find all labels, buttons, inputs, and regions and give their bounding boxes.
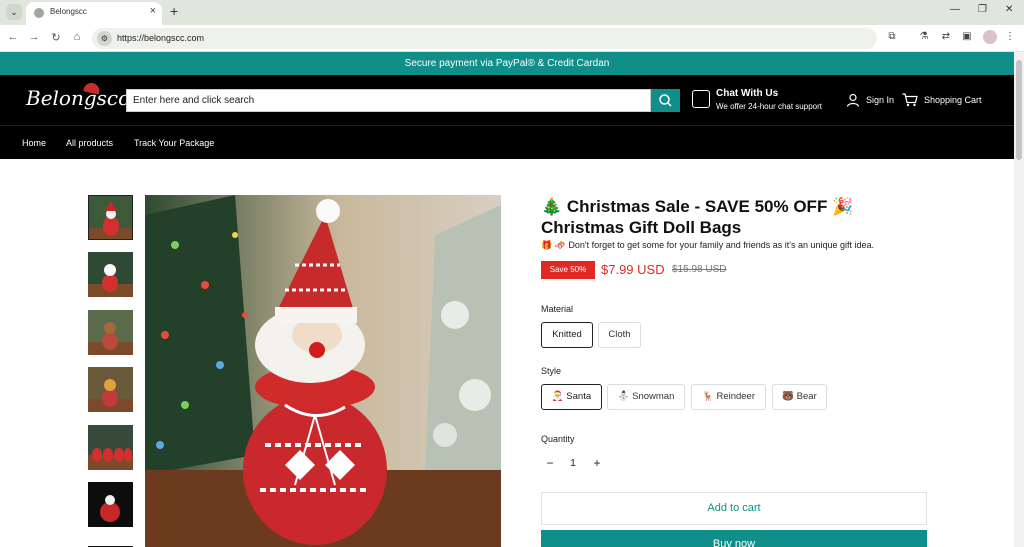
search-input[interactable]: [127, 90, 650, 111]
product-thumbnail[interactable]: [88, 195, 133, 240]
user-icon[interactable]: [846, 93, 860, 107]
restore-icon[interactable]: ❐: [978, 4, 987, 15]
material-label: Material: [541, 304, 574, 314]
quantity-increase-button[interactable]: +: [590, 456, 604, 470]
back-arrow-icon[interactable]: ←: [6, 31, 20, 43]
nav-track-package[interactable]: Track Your Package: [134, 138, 214, 148]
minimize-icon[interactable]: —: [950, 4, 960, 15]
cart-icon[interactable]: [902, 93, 918, 107]
reload-icon[interactable]: ↻: [49, 31, 63, 44]
thumbnail-bag-image: [88, 482, 133, 527]
chat-support-icon[interactable]: [692, 90, 710, 108]
tab-favicon-icon: [34, 8, 44, 18]
style-option-bear[interactable]: 🐻 Bear: [772, 384, 827, 410]
announcement-bar: Secure payment via PayPal® & Credit Card…: [0, 52, 1014, 75]
thumbnail-santa-image: [89, 196, 132, 239]
chat-subtitle: We offer 24-hour chat support: [716, 102, 822, 111]
site-header: Belongscc Chat With Us We offer 24-hour …: [0, 75, 1014, 159]
product-subtitle: 🎁 🛷 Don't forget to get some for your fa…: [541, 240, 875, 250]
nav-all-products[interactable]: All products: [66, 138, 113, 148]
search-icon: [659, 94, 672, 107]
compare-price: $15.98 USD: [672, 264, 727, 275]
product-title-line-2: Christmas Gift Doll Bags: [541, 218, 742, 237]
browser-toolbar: ← → ↻ ⌂ ⚙ https://belongscc.com ⧉ ⚗ ⇄ ▣ …: [0, 25, 1024, 52]
thumbnail-reindeer-image: [88, 310, 133, 355]
extensions-icon[interactable]: ⧉: [885, 31, 899, 42]
address-bar[interactable]: ⚙ https://belongscc.com: [92, 28, 877, 49]
quantity-decrease-button[interactable]: −: [543, 456, 557, 470]
style-option-santa[interactable]: 🎅 Santa: [541, 384, 602, 410]
product-thumbnail[interactable]: [88, 310, 133, 355]
chat-title[interactable]: Chat With Us: [716, 88, 778, 99]
sign-in-link[interactable]: Sign In: [866, 95, 894, 105]
product-main-image[interactable]: [145, 195, 501, 547]
quantity-input[interactable]: 1: [566, 458, 580, 469]
search-button[interactable]: [651, 89, 680, 112]
side-panel-icon[interactable]: ▣: [960, 31, 974, 42]
header-divider: [0, 125, 1014, 126]
nav-home[interactable]: Home: [22, 138, 46, 148]
style-option-reindeer[interactable]: 🦌 Reindeer: [691, 384, 766, 410]
add-to-cart-button[interactable]: Add to cart: [541, 492, 927, 525]
site-logo[interactable]: Belongscc: [26, 86, 129, 110]
forward-arrow-icon[interactable]: →: [27, 31, 41, 43]
profile-avatar[interactable]: [983, 30, 997, 44]
thumbnail-bear-image: [88, 367, 133, 412]
save-badge: Save 50%: [541, 261, 595, 279]
product-thumbnail[interactable]: [88, 425, 133, 470]
quantity-label: Quantity: [541, 434, 575, 444]
page-scrollbar[interactable]: [1014, 52, 1024, 547]
santa-doll-bag-photo: [145, 195, 501, 547]
product-title-line-1: 🎄 Christmas Sale - SAVE 50% OFF 🎉: [541, 197, 854, 216]
shopping-cart-link[interactable]: Shopping Cart: [924, 95, 982, 105]
tab-close-icon[interactable]: ×: [150, 5, 156, 17]
product-thumbnail[interactable]: [88, 252, 133, 297]
browser-menu-icon[interactable]: ⋮: [1003, 31, 1017, 42]
thumbnail-group-image: [88, 425, 133, 470]
tab-title: Belongscc: [50, 7, 87, 16]
site-info-icon[interactable]: ⚙: [97, 31, 112, 46]
new-tab-icon[interactable]: +: [170, 3, 178, 19]
thumbnail-snowman-image: [88, 252, 133, 297]
labs-flask-icon[interactable]: ⚗: [917, 31, 931, 42]
material-option-knitted[interactable]: Knitted: [541, 322, 593, 348]
window-close-icon[interactable]: ✕: [1005, 4, 1013, 15]
url-text[interactable]: https://belongscc.com: [117, 33, 204, 43]
home-icon[interactable]: ⌂: [70, 31, 84, 43]
style-option-snowman[interactable]: ⛄ Snowman: [607, 384, 685, 410]
product-thumbnail[interactable]: [88, 482, 133, 527]
material-option-cloth[interactable]: Cloth: [598, 322, 641, 348]
translate-icon[interactable]: ⇄: [939, 31, 953, 42]
product-thumbnail[interactable]: [88, 367, 133, 412]
quantity-stepper: − 1 +: [541, 452, 605, 477]
buy-now-button[interactable]: Buy now: [541, 530, 927, 547]
browser-tab-active[interactable]: Belongscc ×: [26, 2, 162, 25]
search-box: [126, 89, 651, 112]
tab-search-chevron-icon[interactable]: ⌄: [6, 4, 22, 20]
product-thumbnail[interactable]: [88, 540, 133, 547]
style-label: Style: [541, 366, 562, 376]
browser-tabstrip: ⌄ Belongscc × + — ❐ ✕: [0, 0, 1024, 25]
sale-price: $7.99 USD: [601, 262, 665, 277]
scrollbar-thumb[interactable]: [1016, 60, 1022, 160]
